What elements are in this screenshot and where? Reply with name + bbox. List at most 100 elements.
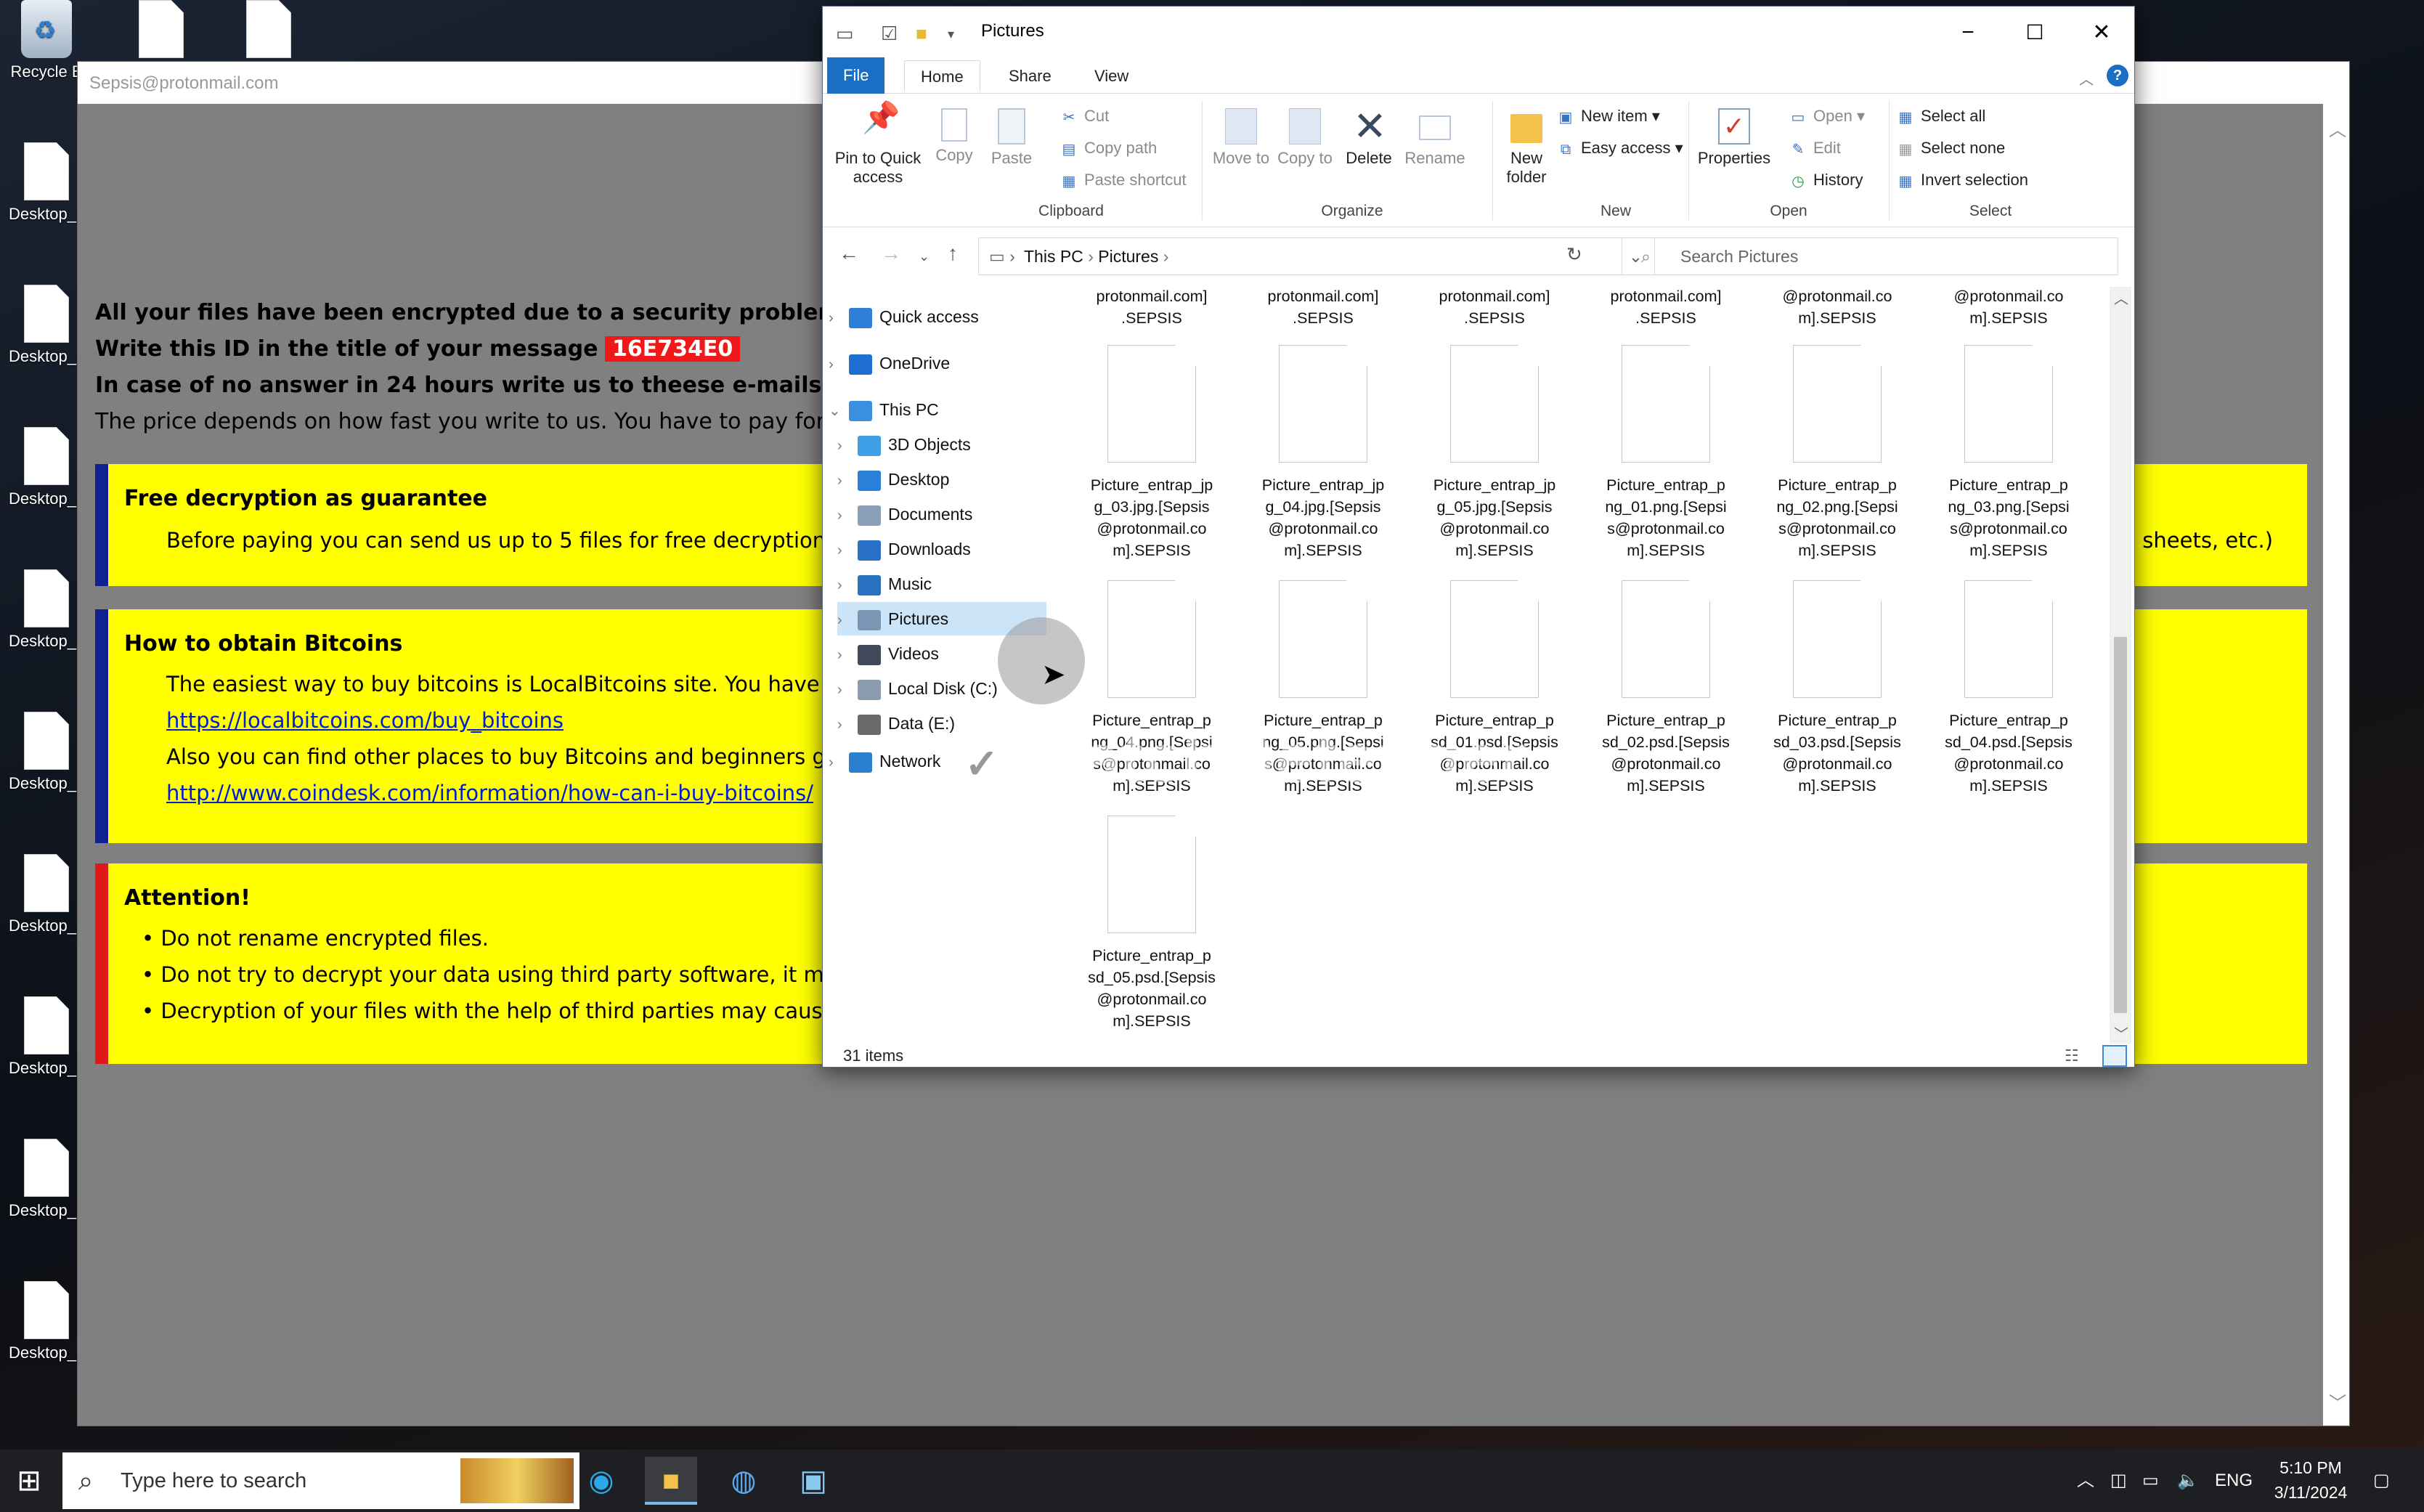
nav-item-downloads[interactable]: › Downloads <box>837 532 1046 566</box>
app-taskbar-icon[interactable]: ◍ <box>717 1457 770 1505</box>
desktop-file-icon[interactable]: Desktop_e <box>9 285 85 366</box>
localbitcoins-link[interactable]: https://localbitcoins.com/buy_bitcoins <box>166 708 564 733</box>
refresh-button[interactable]: ↻ <box>1566 243 1582 266</box>
tray-app-icon[interactable]: ◫ <box>2110 1450 2127 1512</box>
file-item[interactable]: Picture_entrap_p ng_03.png.[Sepsi s@proton… <box>1932 345 2085 561</box>
scroll-down-icon[interactable]: ﹀ <box>2114 1023 2128 1044</box>
nav-item-documents[interactable]: › Documents <box>837 497 1046 531</box>
network-icon[interactable]: ▭ <box>2142 1450 2159 1512</box>
nav-item-3d-objects[interactable]: › 3D Objects <box>837 428 1046 461</box>
desktop-file-icon[interactable]: Desktop_e <box>9 1139 85 1220</box>
notification-icon[interactable]: ▢ <box>2373 1450 2390 1512</box>
tab-share[interactable]: Share <box>993 60 1067 92</box>
desktop-file-icon[interactable]: Desktop_e <box>9 427 85 508</box>
file-item[interactable]: protonmail.com] .SEPSIS <box>1590 287 1742 329</box>
chevron-right-icon[interactable]: › <box>837 673 858 707</box>
new-folder-button[interactable]: New folder <box>1495 108 1558 187</box>
chevron-right-icon[interactable]: › <box>837 569 858 602</box>
nav-item-quick-access[interactable]: › Quick access <box>829 300 1046 333</box>
pin-quick-access-button[interactable]: 📌 Pin to Quick access <box>831 102 924 187</box>
file-item[interactable]: Picture_entrap_p sd_02.psd.[Sepsis @proton… <box>1590 580 1742 797</box>
up-button[interactable]: ↑ <box>948 242 958 265</box>
clock[interactable]: 5:10 PM 3/11/2024 <box>2260 1455 2362 1505</box>
large-icons-view-icon[interactable] <box>2102 1045 2127 1067</box>
close-button[interactable]: ✕ <box>2069 12 2134 53</box>
details-view-icon[interactable]: ☷ <box>2065 1044 2079 1068</box>
taskbar-search[interactable]: ⌕ Type here to search <box>62 1452 579 1509</box>
chevron-right-icon[interactable]: › <box>837 429 858 463</box>
properties-button[interactable]: ✓ Properties <box>1694 108 1774 168</box>
desktop-file-icon[interactable]: Desktop_e <box>9 854 85 935</box>
file-item[interactable]: Picture_entrap_jp g_04.jpg.[Sepsis @proton… <box>1247 345 1399 561</box>
start-button[interactable]: ⊞ <box>3 1457 55 1505</box>
app2-taskbar-icon[interactable]: ▣ <box>787 1457 839 1505</box>
search-box[interactable]: ⌕ Search Pictures <box>1622 237 2118 275</box>
file-item[interactable]: Picture_entrap_p ng_02.png.[Sepsi s@proton… <box>1761 345 1913 561</box>
nav-item-this-pc[interactable]: ⌄ This PC <box>829 393 1046 426</box>
delete-button[interactable]: ✕ Delete <box>1340 106 1398 168</box>
file-item[interactable]: protonmail.com] .SEPSIS <box>1418 287 1571 329</box>
desktop-file-icon[interactable]: Desktop_e <box>9 1281 85 1362</box>
breadcrumb-this-pc[interactable]: This PC <box>1024 247 1083 266</box>
scroll-up-icon[interactable]: ︿ <box>2329 115 2346 141</box>
collapse-ribbon-icon[interactable]: ︿ <box>2079 68 2094 89</box>
invert-selection-button[interactable]: ▦ Invert selection <box>1896 171 2028 190</box>
file-item[interactable]: @protonmail.co m].SEPSIS <box>1932 287 2085 329</box>
desktop-file-icon[interactable]: Desktop_e <box>9 569 85 651</box>
copy-to-button[interactable]: Copy to <box>1276 108 1334 168</box>
chevron-right-icon[interactable]: › <box>837 603 858 637</box>
easy-access-button[interactable]: ⧉ Easy access ▾ <box>1556 139 1683 158</box>
open-button[interactable]: ▭ Open ▾ <box>1789 107 1865 126</box>
new-folder-qat-icon[interactable]: ■ <box>916 23 927 45</box>
help-icon[interactable]: ? <box>2107 65 2128 86</box>
chevron-right-icon[interactable]: › <box>837 638 858 672</box>
copy-button[interactable]: Copy <box>930 108 978 165</box>
file-item[interactable]: @protonmail.co m].SEPSIS <box>1761 287 1913 329</box>
chevron-right-icon[interactable]: › <box>837 464 858 497</box>
chevron-right-icon[interactable]: › <box>837 534 858 567</box>
volume-icon[interactable]: 🔈 <box>2177 1450 2199 1512</box>
rename-button[interactable]: Rename <box>1402 108 1468 168</box>
coindesk-link[interactable]: http://www.coindesk.com/information/how-… <box>166 781 813 805</box>
move-to-button[interactable]: Move to <box>1212 108 1270 168</box>
tab-file[interactable]: File <box>827 57 885 94</box>
file-item[interactable]: Picture_entrap_p sd_05.psd.[Sepsis @proton… <box>1075 816 1228 1032</box>
scrollbar-thumb[interactable] <box>2114 637 2127 1013</box>
file-item[interactable]: protonmail.com] .SEPSIS <box>1075 287 1228 329</box>
forward-button[interactable]: → <box>881 242 901 265</box>
select-none-button[interactable]: ▦ Select none <box>1896 139 2006 158</box>
chevron-right-icon[interactable]: › <box>837 499 858 532</box>
back-button[interactable]: ← <box>839 242 859 265</box>
copy-path-button[interactable]: ▤ Copy path <box>1060 139 1158 158</box>
maximize-button[interactable]: ☐ <box>2002 12 2067 53</box>
scroll-up-icon[interactable]: ︿ <box>2114 287 2128 308</box>
nav-item-music[interactable]: › Music <box>837 567 1046 601</box>
history-button[interactable]: ◷ History <box>1789 171 1863 190</box>
tab-home[interactable]: Home <box>904 60 980 92</box>
edit-button[interactable]: ✎ Edit <box>1789 139 1841 158</box>
expanded-chevron-icon[interactable]: ⌄ <box>829 394 849 428</box>
recent-locations-button[interactable]: ⌄ <box>919 249 930 264</box>
file-item[interactable]: protonmail.com] .SEPSIS <box>1247 287 1399 329</box>
desktop-file-icon[interactable]: Desktop_e <box>9 996 85 1078</box>
paste-button[interactable]: Paste <box>985 108 1038 168</box>
chevron-right-icon[interactable]: › <box>829 348 849 381</box>
chevron-right-icon[interactable]: › <box>837 708 858 741</box>
breadcrumb-pictures[interactable]: Pictures <box>1098 247 1158 266</box>
file-item[interactable]: Picture_entrap_jp g_03.jpg.[Sepsis @proton… <box>1075 345 1228 561</box>
address-bar[interactable]: ▭ › This PC › Pictures › ⌄ <box>978 237 1655 275</box>
scroll-down-icon[interactable]: ﹀ <box>2329 1389 2346 1414</box>
desktop-file-icon[interactable] <box>123 0 199 62</box>
chevron-right-icon[interactable]: › <box>829 301 849 335</box>
cut-button[interactable]: ✂ Cut <box>1060 107 1110 126</box>
tab-view[interactable]: View <box>1078 60 1144 92</box>
desktop-file-icon[interactable] <box>231 0 306 62</box>
file-item[interactable]: Picture_entrap_p ng_01.png.[Sepsi s@proton… <box>1590 345 1742 561</box>
minimize-button[interactable]: − <box>1935 12 2001 53</box>
file-item[interactable]: Picture_entrap_p sd_04.psd.[Sepsis @proton… <box>1932 580 2085 797</box>
file-list-scrollbar[interactable]: ︿ ﹀ <box>2110 287 2131 1044</box>
nav-item-desktop[interactable]: › Desktop <box>837 463 1046 496</box>
qat-dropdown-icon[interactable]: ▾ <box>948 27 954 42</box>
chevron-right-icon[interactable]: › <box>829 746 849 779</box>
explorer-app-icon[interactable]: ▭ <box>836 23 854 45</box>
